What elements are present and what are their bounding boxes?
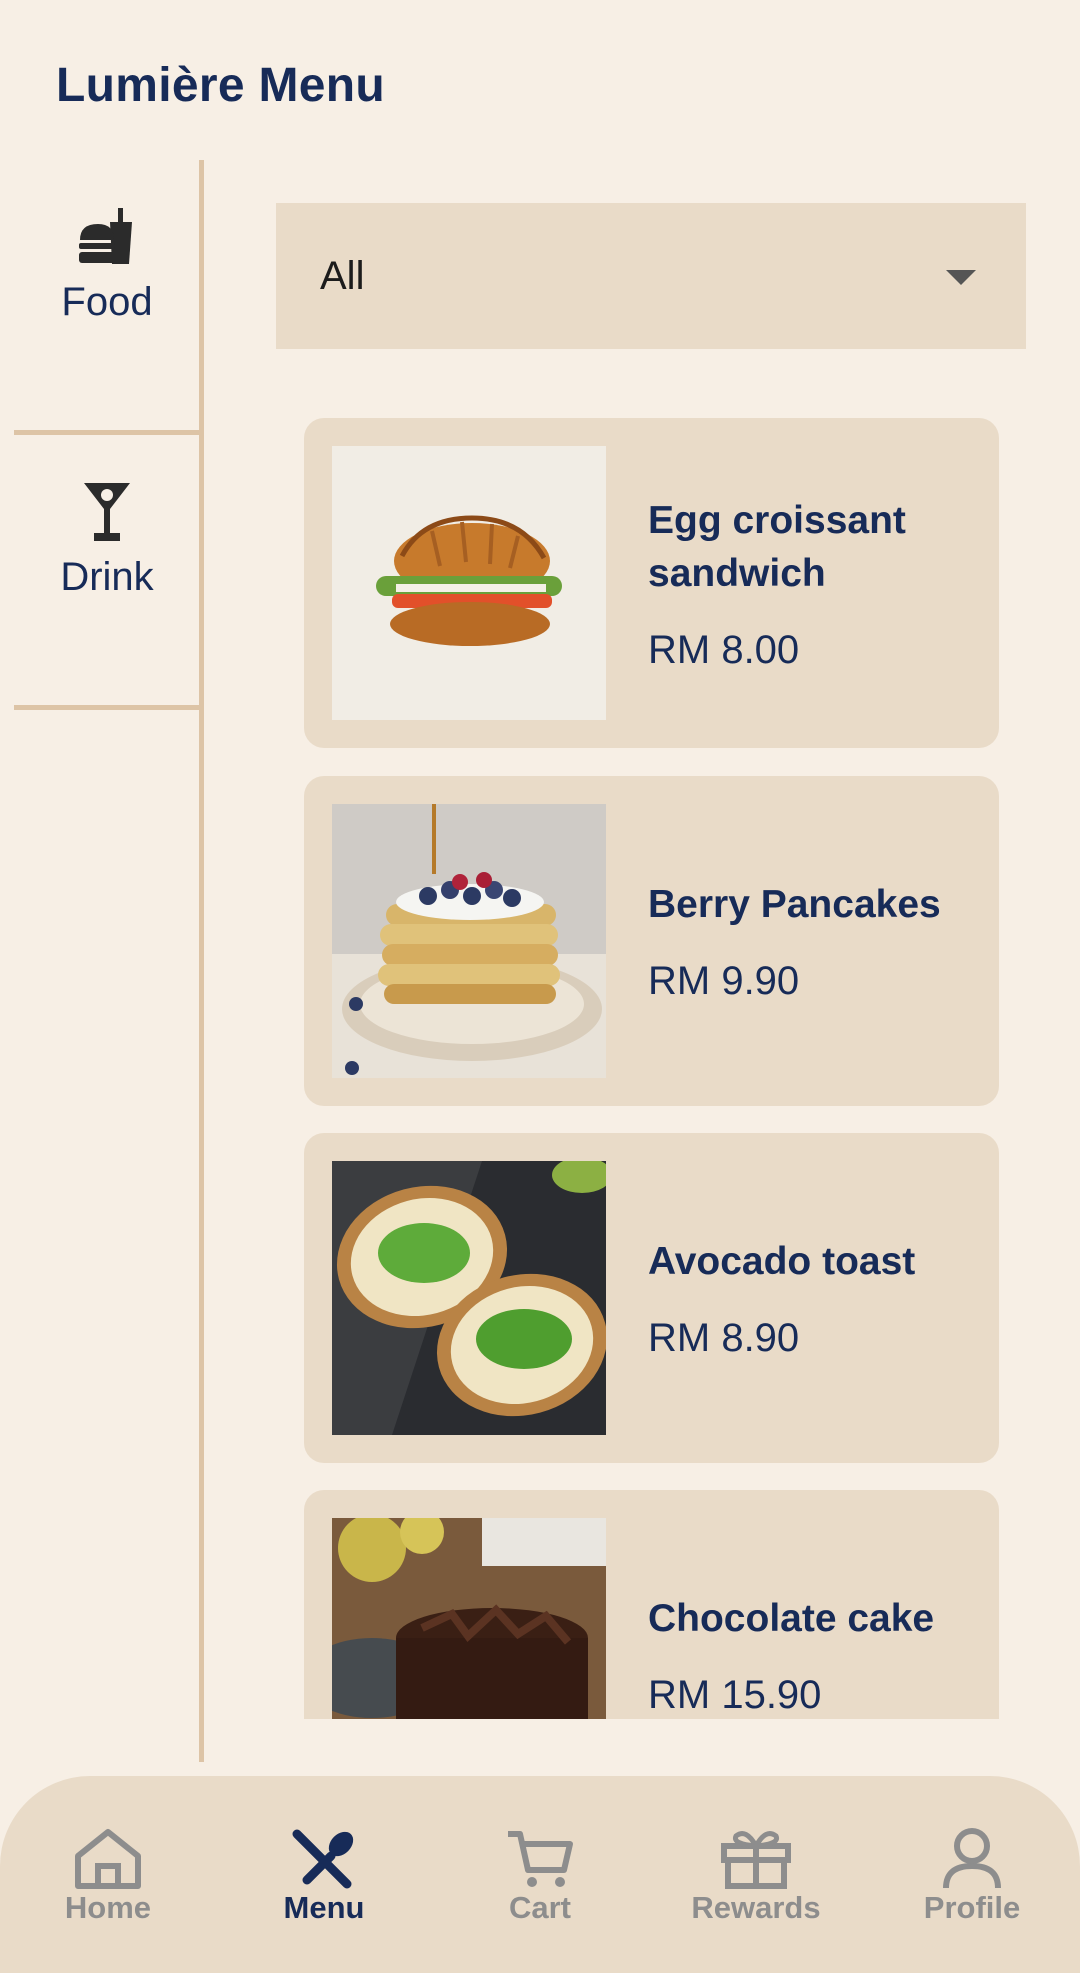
nav-profile-label: Profile: [923, 1890, 1021, 1925]
menu-item-card[interactable]: Chocolate cake RM 15.90: [304, 1490, 999, 1719]
rail-divider: [14, 705, 200, 710]
category-drink[interactable]: Drink: [14, 435, 200, 705]
menu-item-card[interactable]: Berry Pancakes RM 9.90: [304, 776, 999, 1106]
fast-food-icon: [74, 204, 140, 270]
nav-cart-label: Cart: [508, 1890, 571, 1925]
menu-list[interactable]: Egg croissant sandwich RM 8.00 Berry Pan…: [304, 418, 999, 1719]
cocktail-icon: [80, 479, 134, 545]
home-icon: [72, 1826, 144, 1890]
category-food[interactable]: Food: [14, 160, 200, 430]
nav-home[interactable]: Home: [0, 1776, 216, 1973]
cart-icon: [504, 1826, 576, 1890]
nav-cart[interactable]: Cart: [432, 1776, 648, 1973]
gift-icon: [718, 1826, 794, 1890]
menu-item-name: Berry Pancakes: [648, 883, 941, 926]
nav-home-label: Home: [64, 1890, 152, 1925]
chocolate-cake-photo: [332, 1518, 606, 1719]
filter-selected-value: All: [320, 253, 365, 298]
menu-item-price: RM 9.90: [648, 959, 800, 1003]
nav-menu[interactable]: Menu: [216, 1776, 432, 1973]
page-title: Lumière Menu: [56, 59, 385, 112]
menu-item-info: Avocado toast RM 8.90: [648, 1133, 979, 1463]
menu-item-price: RM 15.90: [648, 1673, 822, 1717]
nav-profile[interactable]: Profile: [864, 1776, 1080, 1973]
category-filter-select[interactable]: All: [276, 203, 1026, 349]
menu-item-info: Berry Pancakes RM 9.90: [648, 776, 979, 1106]
menu-item-info: Chocolate cake RM 15.90: [648, 1490, 979, 1719]
nav-rewards-label: Rewards: [691, 1890, 821, 1925]
menu-item-price: RM 8.00: [648, 627, 800, 672]
category-drink-label: Drink: [60, 555, 154, 599]
category-food-label: Food: [61, 280, 153, 324]
menu-item-card[interactable]: Avocado toast RM 8.90: [304, 1133, 999, 1463]
menu-item-name: Avocado toast: [648, 1240, 916, 1283]
avocado-toast-photo: [332, 1161, 606, 1435]
chevron-down-icon: [946, 270, 976, 285]
menu-item-name: Egg croissant sandwich: [648, 498, 906, 595]
menu-item-card[interactable]: Egg croissant sandwich RM 8.00: [304, 418, 999, 748]
menu-item-price: RM 8.90: [648, 1316, 800, 1360]
bottom-navigation: Home Menu Cart Rewards Profile: [0, 1776, 1080, 1973]
menu-item-name: Chocolate cake: [648, 1597, 935, 1640]
croissant-sandwich-photo: [332, 446, 606, 720]
category-rail: Food Drink: [0, 160, 204, 1762]
utensils-icon: [289, 1826, 359, 1890]
nav-menu-label: Menu: [283, 1890, 365, 1925]
nav-rewards[interactable]: Rewards: [648, 1776, 864, 1973]
person-icon: [940, 1826, 1004, 1890]
menu-item-info: Egg croissant sandwich RM 8.00: [648, 418, 979, 748]
berry-pancakes-photo: [332, 804, 606, 1078]
